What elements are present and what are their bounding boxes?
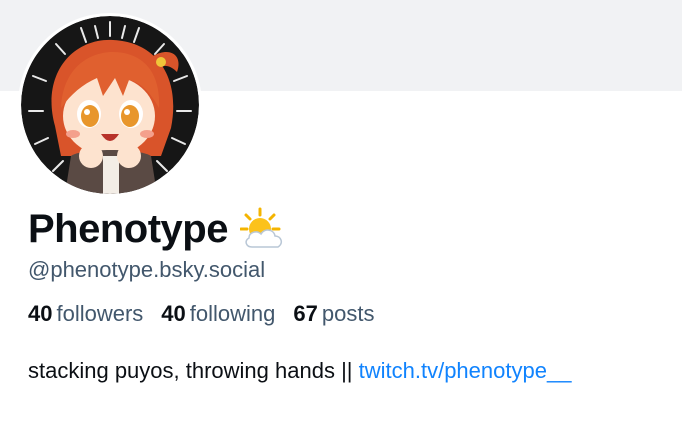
following-stat[interactable]: 40 following — [161, 301, 275, 327]
display-name: Phenotype — [28, 206, 228, 251]
followers-label: followers — [56, 301, 144, 326]
followers-count: 40 — [28, 301, 53, 326]
sun-behind-cloud-icon — [239, 207, 286, 251]
bio-link[interactable]: twitch.tv/phenotype__ — [359, 358, 572, 383]
profile-avatar[interactable] — [18, 13, 202, 197]
anime-avatar-icon — [21, 16, 199, 194]
following-count: 40 — [161, 301, 186, 326]
display-name-row: Phenotype — [28, 204, 286, 254]
followers-stat[interactable]: 40 followers — [28, 301, 143, 327]
posts-stat: 67 posts — [293, 301, 374, 327]
following-label: following — [189, 301, 276, 326]
posts-count: 67 — [293, 301, 318, 326]
profile-handle: @phenotype.bsky.social — [28, 257, 266, 282]
profile-bio: stacking puyos, throwing hands || twitch… — [28, 358, 571, 384]
bio-text: stacking puyos, throwing hands || — [28, 358, 359, 383]
profile-stats: 40 followers 40 following 67 posts — [28, 301, 392, 327]
posts-label: posts — [321, 301, 375, 326]
